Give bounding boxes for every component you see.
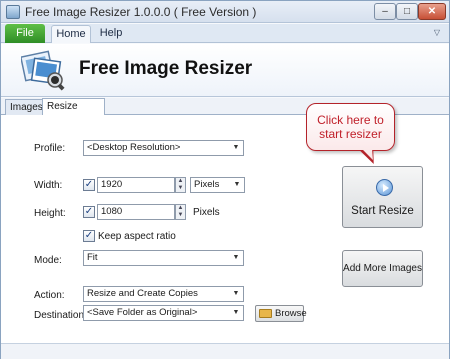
file-menu-tab[interactable]: File [5, 24, 45, 43]
width-label: Width: [34, 180, 63, 191]
profile-dropdown[interactable]: <Desktop Resolution> ▼ [83, 140, 244, 156]
spin-down-icon: ▼ [177, 185, 184, 191]
callout-line-2: start resizer [319, 127, 382, 141]
app-logo-icon [21, 50, 65, 91]
height-checkbox[interactable]: ✓ [83, 206, 95, 218]
chevron-down-icon: ▼ [232, 290, 240, 297]
window-title: Free Image Resizer 1.0.0.0 ( Free Versio… [25, 5, 257, 19]
start-resize-label: Start Resize [351, 205, 414, 217]
mode-dropdown[interactable]: Fit ▼ [83, 250, 244, 266]
width-unit-dropdown[interactable]: Pixels ▼ [190, 177, 245, 193]
height-label: Height: [34, 208, 66, 219]
chevron-down-icon: ▼ [232, 144, 240, 151]
keep-aspect-checkbox[interactable]: ✓ [83, 230, 95, 242]
mode-value: Fit [87, 252, 98, 263]
folder-icon [259, 309, 272, 318]
app-window: Free Image Resizer 1.0.0.0 ( Free Versio… [0, 0, 450, 359]
spin-up-icon: ▲ [177, 178, 184, 184]
width-stepper[interactable]: ▲ ▼ [175, 177, 186, 193]
status-bar [1, 343, 449, 359]
banner-title: Free Image Resizer [79, 58, 253, 79]
destination-value: <Save Folder as Original> [87, 307, 198, 318]
ribbon-tab-bar: File Home Help ▽ [1, 24, 449, 43]
mode-label: Mode: [34, 255, 62, 266]
keep-aspect-label[interactable]: Keep aspect ratio [98, 231, 176, 242]
profile-label: Profile: [34, 143, 66, 154]
width-checkbox[interactable]: ✓ [83, 179, 95, 191]
browse-button[interactable]: Browse [255, 305, 307, 322]
callout-line-1: Click here to [317, 113, 384, 127]
spin-down-icon: ▼ [177, 212, 184, 218]
app-banner: Free Image Resizer [1, 44, 449, 97]
tab-resize-settings[interactable]: Resize Settings [42, 98, 105, 127]
play-icon [376, 179, 393, 196]
title-bar: Free Image Resizer 1.0.0.0 ( Free Versio… [1, 1, 449, 23]
ribbon-collapse-icon[interactable]: ▽ [431, 27, 443, 39]
height-unit-label: Pixels [193, 207, 220, 218]
height-input[interactable]: 1080 [97, 204, 175, 220]
maximize-button[interactable]: □ [396, 3, 418, 20]
tab-home[interactable]: Home [51, 25, 91, 43]
width-unit-value: Pixels [194, 179, 220, 190]
chevron-down-icon: ▼ [232, 309, 240, 316]
chevron-down-icon: ▼ [233, 181, 241, 188]
spin-up-icon: ▲ [177, 205, 184, 211]
minimize-button[interactable]: – [374, 3, 396, 20]
chevron-down-icon: ▼ [232, 254, 240, 261]
action-dropdown[interactable]: Resize and Create Copies ▼ [83, 286, 244, 302]
action-value: Resize and Create Copies [87, 288, 198, 299]
close-button[interactable]: ✕ [418, 3, 446, 20]
destination-dropdown[interactable]: <Save Folder as Original> ▼ [83, 305, 244, 321]
action-label: Action: [34, 290, 65, 301]
tab-images[interactable]: Images [5, 99, 43, 115]
height-stepper[interactable]: ▲ ▼ [175, 204, 186, 220]
browse-button-label: Browse [275, 308, 307, 319]
callout-annotation: Click here to start resizer [306, 103, 395, 151]
start-resize-button[interactable]: Start Resize [342, 166, 423, 228]
add-more-images-button[interactable]: Add More Images [342, 250, 423, 287]
width-input[interactable]: 1920 [97, 177, 175, 193]
add-more-images-label: Add More Images [343, 263, 422, 274]
tab-help[interactable]: Help [95, 25, 127, 43]
profile-value: <Desktop Resolution> [87, 142, 181, 153]
app-icon [6, 5, 20, 19]
destination-label: Destination: [34, 310, 87, 321]
